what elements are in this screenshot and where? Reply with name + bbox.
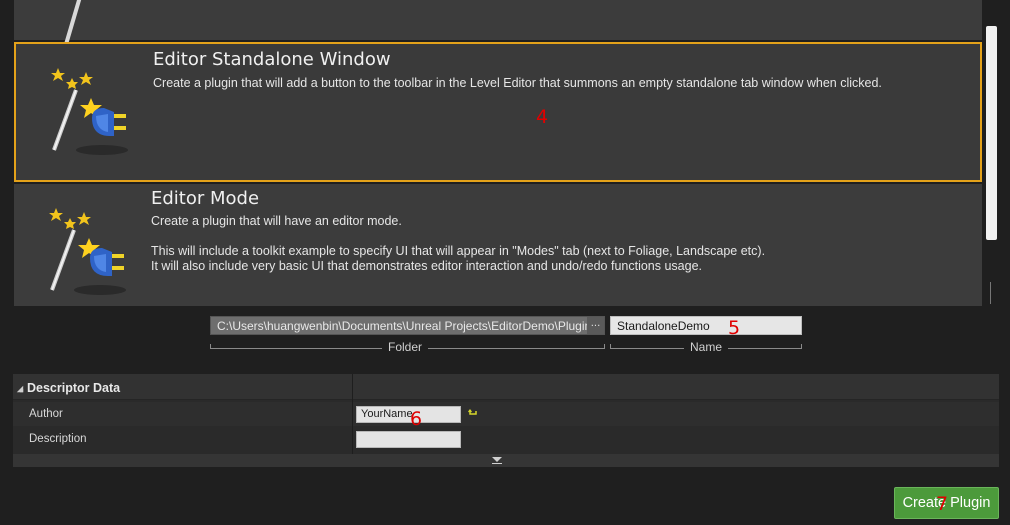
template-card-previous[interactable] — [14, 0, 982, 59]
description-input[interactable] — [356, 431, 461, 448]
template-card-editor-standalone-window[interactable]: Editor Standalone Window Create a plugin… — [14, 42, 982, 182]
property-row-description: Description — [13, 427, 999, 451]
plugin-template-list: Editor Standalone Window Create a plugin… — [12, 0, 984, 306]
expand-advanced-icon — [492, 463, 502, 464]
magic-wand-plug-icon — [49, 208, 126, 295]
annotation-number: 4 — [536, 106, 549, 128]
expand-advanced-icon[interactable] — [492, 457, 502, 462]
description-label: Description — [29, 433, 87, 445]
caption-bracket — [604, 344, 605, 349]
divider — [990, 282, 991, 304]
show-advanced-bar[interactable] — [13, 454, 999, 467]
reset-to-default-icon[interactable] — [468, 408, 478, 418]
magic-wand-plug-icon — [51, 68, 128, 155]
template-list-scrollbar-thumb[interactable] — [986, 26, 997, 240]
descriptor-data-panel: Descriptor Data Author YourName Descript… — [13, 374, 999, 467]
folder-caption: Folder — [382, 340, 429, 354]
annotation-number: 5 — [728, 317, 741, 339]
new-plugin-window: Editor Standalone Window Create a plugin… — [0, 0, 1010, 525]
annotation-number: 6 — [410, 408, 423, 430]
property-row-author: Author YourName — [13, 402, 999, 426]
plugin-name-field[interactable]: StandaloneDemo — [610, 316, 802, 335]
template-card-editor-mode[interactable]: Editor Mode Create a plugin that will ha… — [14, 184, 982, 306]
template-description: Create a plugin that will have an editor… — [151, 214, 766, 273]
annotation-number: 7 — [936, 493, 949, 515]
author-input[interactable]: YourName — [356, 406, 461, 423]
browse-folder-button[interactable]: ... — [587, 317, 604, 334]
plugin-folder-path-field[interactable]: C:\Users\huangwenbin\Documents\Unreal Pr… — [210, 316, 605, 335]
template-title: Editor Standalone Window — [153, 49, 391, 70]
template-title: Editor Mode — [151, 188, 260, 209]
template-description: Create a plugin that will add a button t… — [153, 76, 882, 90]
column-divider[interactable] — [352, 374, 353, 454]
name-caption: Name — [684, 340, 729, 354]
descriptor-data-title: Descriptor Data — [27, 381, 121, 395]
collapse-arrow-icon[interactable] — [16, 385, 24, 393]
caption-bracket — [801, 344, 802, 349]
descriptor-data-header[interactable]: Descriptor Data — [13, 374, 999, 400]
author-label: Author — [29, 408, 63, 420]
